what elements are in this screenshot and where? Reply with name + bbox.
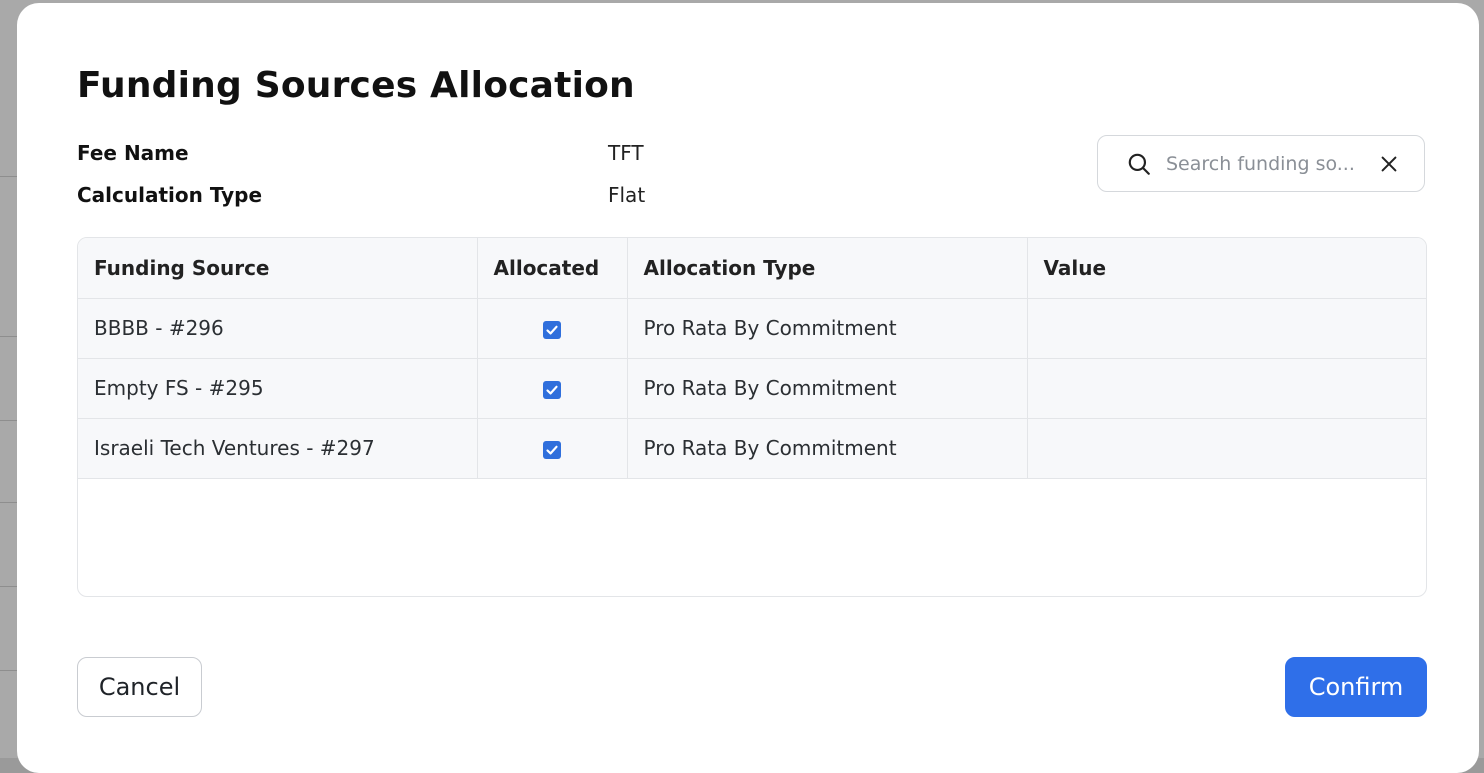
funding-source-cell: BBBB - #296 [78,298,477,359]
column-header-allocated[interactable]: Allocated [476,238,627,299]
funding-source-cell: Israeli Tech Ventures - #297 [78,418,477,479]
search-icon [1128,153,1150,175]
column-header-value[interactable]: Value [1026,238,1426,299]
funding-allocation-modal: Funding Sources Allocation Fee Name TFT … [17,3,1479,773]
table-row[interactable]: Empty FS - #295 Pro Rata By Commitment [78,358,1426,419]
search-box[interactable] [1097,135,1425,192]
allocation-type-cell[interactable]: Pro Rata By Commitment [626,418,1027,479]
table-row[interactable]: Israeli Tech Ventures - #297 Pro Rata By… [78,418,1426,479]
allocated-checkbox[interactable] [543,380,561,399]
column-header-funding-source[interactable]: Funding Source [78,238,477,299]
table-header-row: Funding Source Allocated Allocation Type… [78,238,1426,299]
close-icon[interactable] [1378,153,1400,175]
value-cell[interactable] [1026,418,1426,479]
allocated-cell [476,298,627,359]
table-row[interactable]: BBBB - #296 Pro Rata By Commitment [78,298,1426,359]
checkmark-icon [546,445,558,454]
search-input[interactable] [1164,151,1364,176]
fee-name-value: TFT [608,141,644,165]
funding-source-cell: Empty FS - #295 [78,358,477,419]
value-cell[interactable] [1026,358,1426,419]
checkmark-icon [546,325,558,334]
calculation-type-label: Calculation Type [77,183,263,207]
cancel-button[interactable]: Cancel [77,657,202,717]
funding-sources-table: Funding Source Allocated Allocation Type… [77,237,1427,597]
allocated-checkbox[interactable] [543,320,561,339]
modal-title: Funding Sources Allocation [77,65,635,106]
column-header-allocation-type[interactable]: Allocation Type [626,238,1027,299]
allocated-cell [476,358,627,419]
allocation-type-cell[interactable]: Pro Rata By Commitment [626,298,1027,359]
calculation-type-value: Flat [608,183,646,207]
allocation-type-cell[interactable]: Pro Rata By Commitment [626,358,1027,419]
fee-name-label: Fee Name [77,141,189,165]
checkmark-icon [546,385,558,394]
allocated-cell [476,418,627,479]
allocated-checkbox[interactable] [543,440,561,459]
confirm-button[interactable]: Confirm [1285,657,1427,717]
value-cell[interactable] [1026,298,1426,359]
